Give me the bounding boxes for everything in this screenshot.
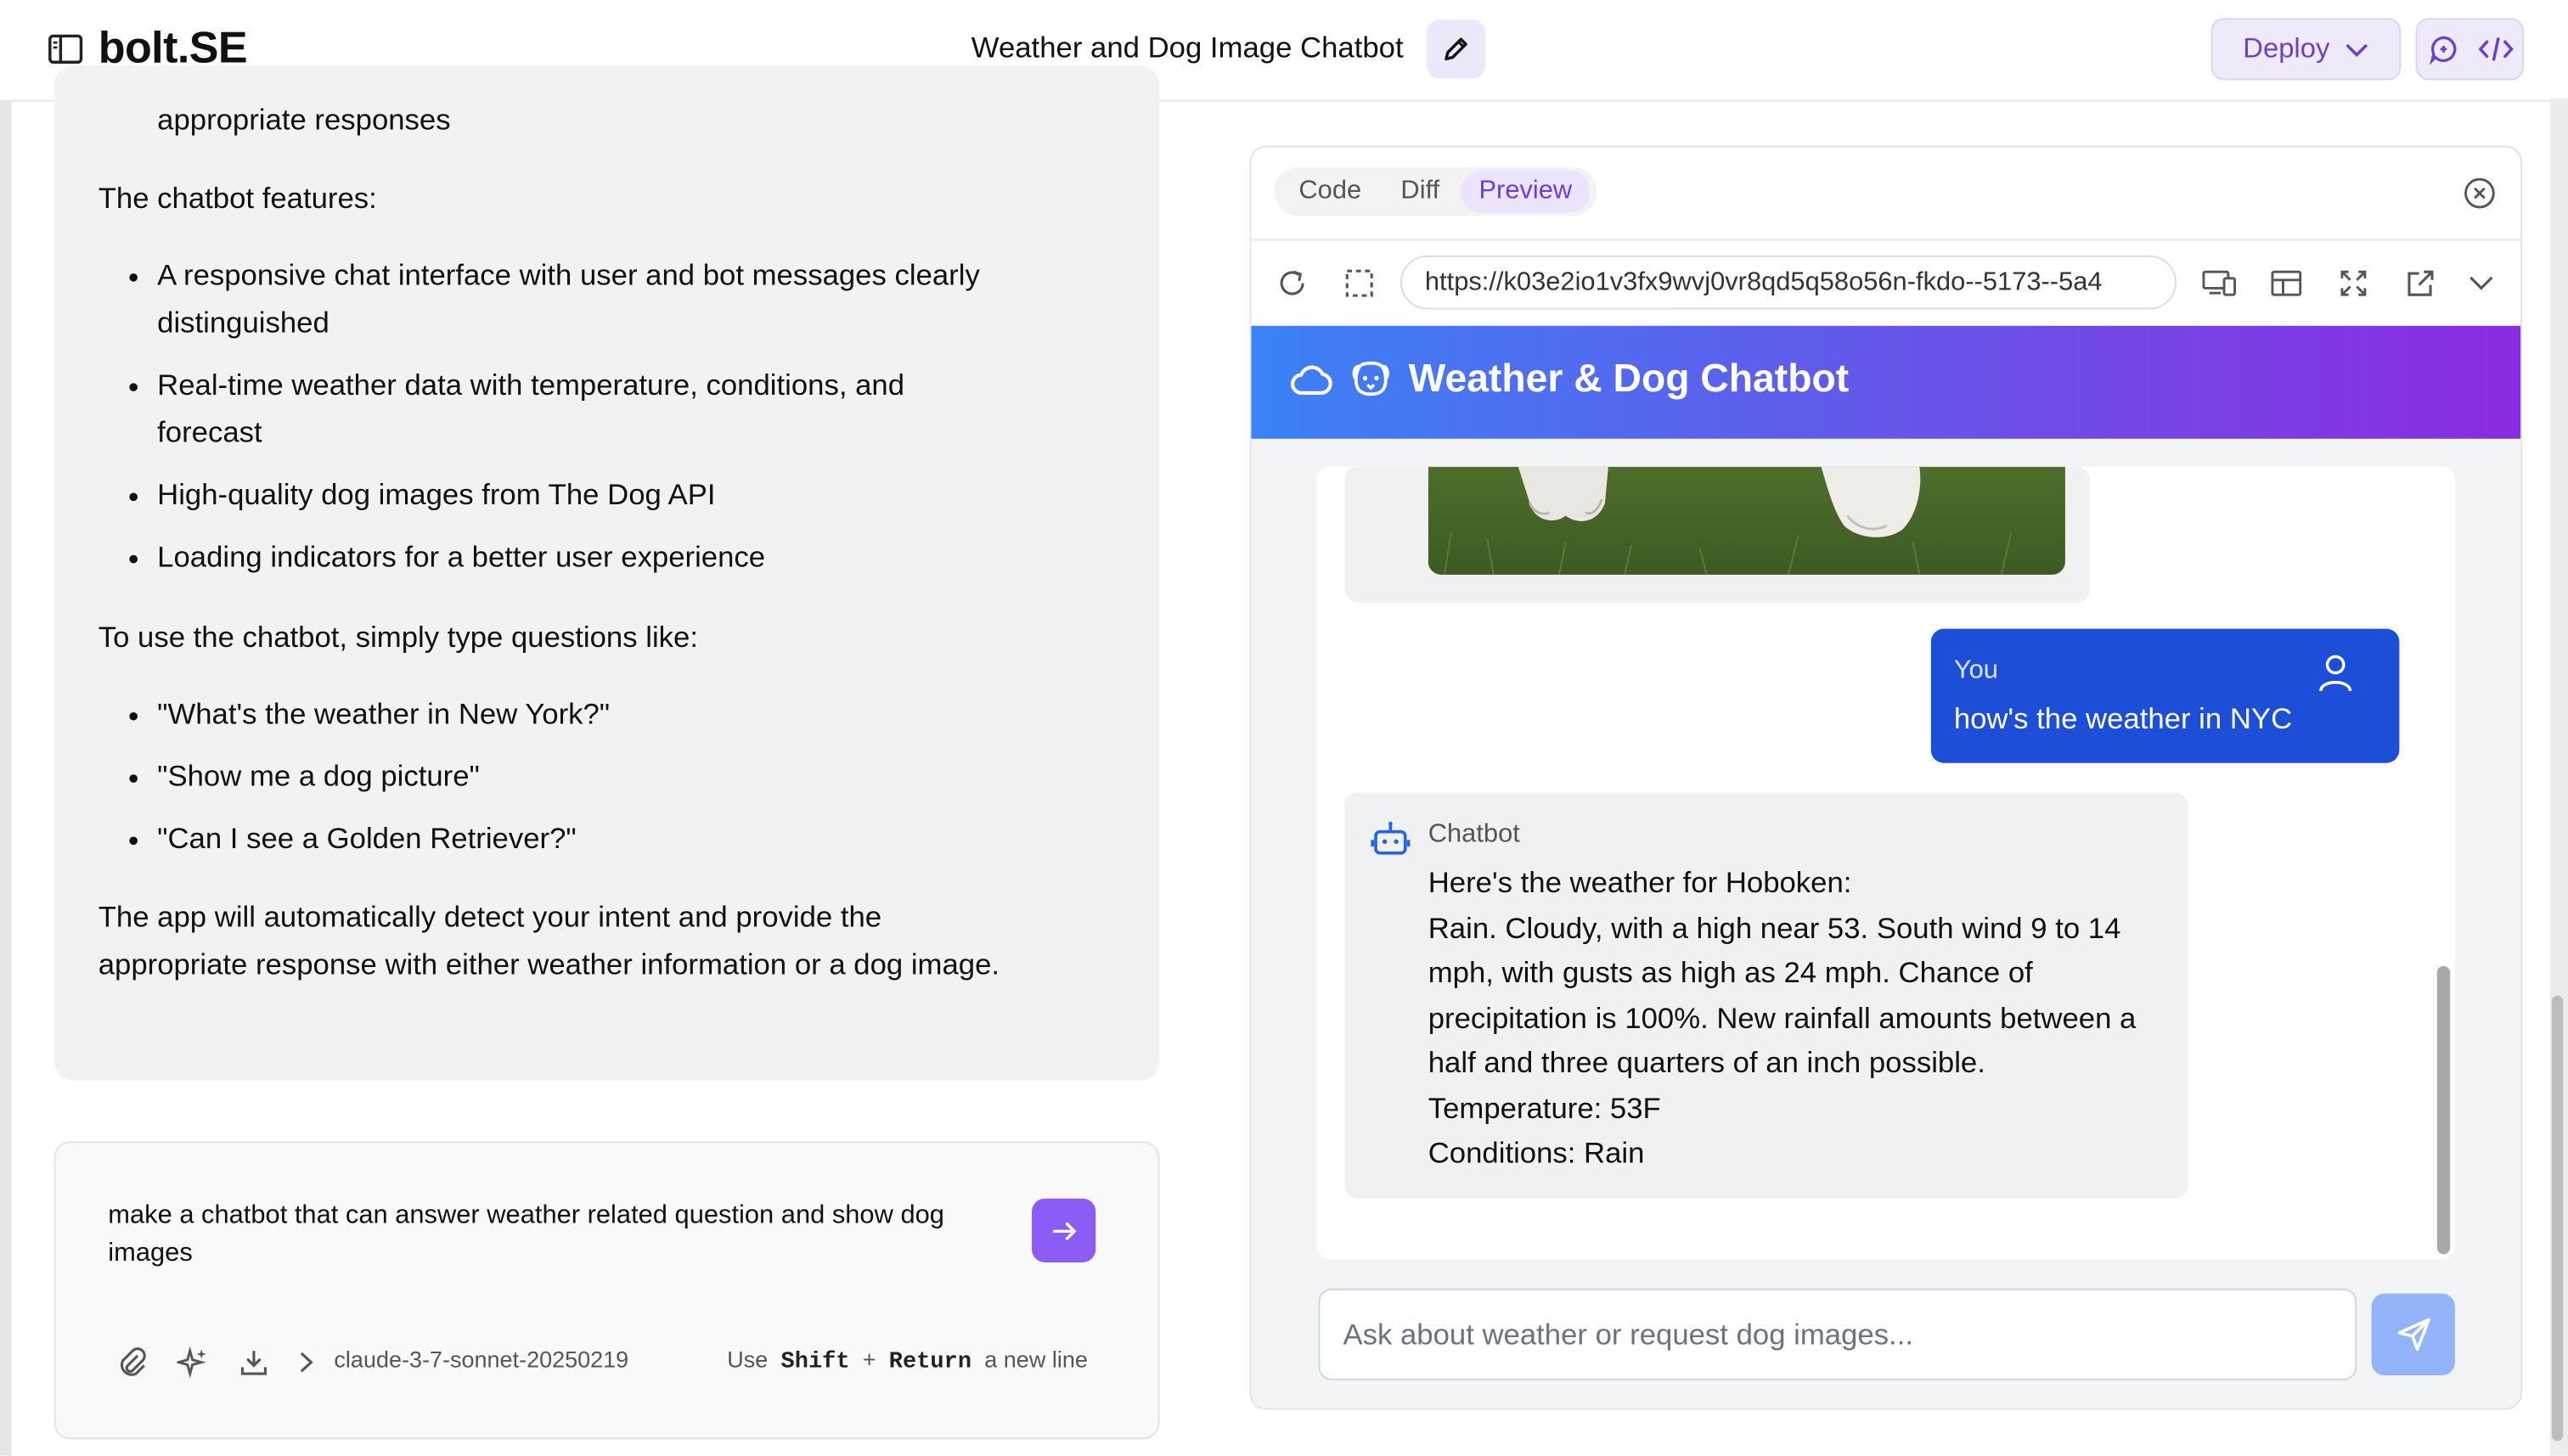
examples-list: "What's the weather in New York?" "Show … (99, 691, 1016, 878)
sparkles-icon (177, 1346, 210, 1379)
bot-sender-label: Chatbot (1428, 820, 1520, 849)
preview-app-title: Weather & Dog Chatbot (1408, 357, 1850, 402)
download-icon (238, 1346, 271, 1379)
bot-line: Conditions: Rain (1428, 1136, 1645, 1170)
code-toggle-button[interactable] (2469, 20, 2522, 78)
list-item: A responsive chat interface with user an… (157, 252, 1016, 347)
dog-icon (1349, 358, 1392, 401)
code-icon (2478, 35, 2514, 65)
dog-image (1428, 466, 2065, 575)
selection-icon[interactable] (1342, 267, 1377, 300)
ask-input[interactable]: Ask about weather or request dog images.… (1318, 1288, 2357, 1380)
list-item: "What's the weather in New York?" (157, 691, 1016, 739)
bot-message: Chatbot Here's the weather for Hoboken: … (1344, 792, 2188, 1199)
usage-heading: To use the chatbot, simply type question… (98, 620, 698, 654)
view-toggle-group (2415, 18, 2524, 81)
bot-icon (1371, 818, 1411, 857)
list-item: Loading indicators for a better user exp… (157, 534, 1016, 582)
user-message: You how's the weather in NYC (1930, 628, 2400, 763)
assistant-message: appropriate responses The chatbot featur… (54, 65, 1160, 1081)
divider (1251, 239, 2521, 241)
features-heading: The chatbot features: (98, 182, 377, 215)
import-button[interactable] (236, 1344, 272, 1380)
chat-icon (2427, 33, 2460, 66)
preview-app-header: Weather & Dog Chatbot (1251, 325, 2521, 439)
refresh-icon[interactable] (1274, 267, 1309, 300)
tab-code[interactable]: Code (1281, 171, 1379, 213)
hint-use: Use (727, 1346, 769, 1373)
bot-line: Temperature: 53F (1428, 1091, 1661, 1124)
list-item: Real-time weather data with temperature,… (157, 362, 1016, 457)
chat-messages-area[interactable]: You how's the weather in NYC Chatbot Her… (1316, 466, 2455, 1260)
pencil-icon (1441, 35, 1471, 65)
list-item: "Can I see a Golden Retriever?" (157, 815, 1016, 863)
model-name[interactable]: claude-3-7-sonnet-20250219 (334, 1346, 628, 1372)
bot-image-message (1344, 466, 2090, 603)
user-message-text: how's the weather in NYC (1953, 702, 2293, 735)
prompt-box: make a chatbot that can answer weather r… (54, 1141, 1160, 1440)
edit-title-button[interactable] (1426, 20, 1486, 79)
fullscreen-icon[interactable] (2335, 267, 2371, 300)
list-item: "Show me a dog picture" (157, 753, 1016, 801)
send-prompt-button[interactable] (1032, 1198, 1096, 1262)
preview-url[interactable]: https://k03e2io1v3fx9wvj0vr8qd5q58o56n-f… (1399, 255, 2177, 310)
chat-toggle-button[interactable] (2418, 20, 2470, 78)
left-edge-strip (0, 0, 12, 1456)
sidebar-icon[interactable] (48, 33, 83, 66)
close-circle-icon[interactable] (2464, 177, 2497, 210)
paperclip-icon (116, 1346, 149, 1379)
page-scrollbar[interactable] (2551, 995, 2564, 1442)
hint-return-key: Return (888, 1349, 972, 1376)
closing-paragraph: The app will automatically detect your i… (98, 900, 1000, 981)
arrow-right-icon (1049, 1217, 1078, 1244)
keyboard-hint: Use Shift + Return a new line (727, 1346, 1088, 1375)
chat-scrollbar[interactable] (2436, 965, 2451, 1255)
devices-icon[interactable] (2201, 267, 2237, 300)
workbench-tabs: Code Diff Preview (1274, 166, 1597, 216)
attach-button[interactable] (115, 1344, 150, 1380)
tab-diff[interactable]: Diff (1383, 171, 1457, 213)
hint-shift-key: Shift (780, 1349, 850, 1376)
external-link-icon[interactable] (2402, 267, 2438, 300)
enhance-prompt-button[interactable] (175, 1344, 211, 1380)
chevron-down-icon[interactable] (2464, 267, 2499, 300)
user-sender-label: You (1953, 656, 1998, 685)
tab-preview[interactable]: Preview (1461, 170, 1591, 213)
bot-line: Rain. Cloudy, with a high near 53. South… (1428, 911, 2137, 1079)
hint-tail: a new line (984, 1346, 1088, 1373)
hint-plus: + (862, 1346, 876, 1373)
partial-line: appropriate responses (157, 103, 451, 137)
model-expand-button[interactable] (295, 1344, 318, 1380)
features-list: A responsive chat interface with user an… (99, 252, 1016, 596)
deploy-button[interactable]: Deploy (2210, 18, 2402, 81)
ask-send-button[interactable] (2371, 1293, 2455, 1376)
bot-line: Here's the weather for Hoboken: (1428, 866, 1852, 899)
layout-icon[interactable] (2268, 267, 2304, 300)
chevron-right-icon (298, 1351, 314, 1374)
user-icon (2317, 654, 2353, 693)
deploy-label: Deploy (2243, 32, 2330, 65)
chevron-down-icon (2346, 42, 2369, 57)
bot-message-text: Here's the weather for Hoboken: Rain. Cl… (1428, 861, 2174, 1176)
workbench-panel: Code Diff Preview https://k03e2io1v3fx9w… (1249, 145, 2523, 1410)
list-item: High-quality dog images from The Dog API (157, 471, 1016, 519)
project-title: Weather and Dog Image Chatbot (971, 31, 1404, 65)
send-icon (2394, 1315, 2433, 1354)
prompt-input[interactable]: make a chatbot that can answer weather r… (108, 1197, 1005, 1273)
cloud-icon (1291, 362, 1333, 397)
